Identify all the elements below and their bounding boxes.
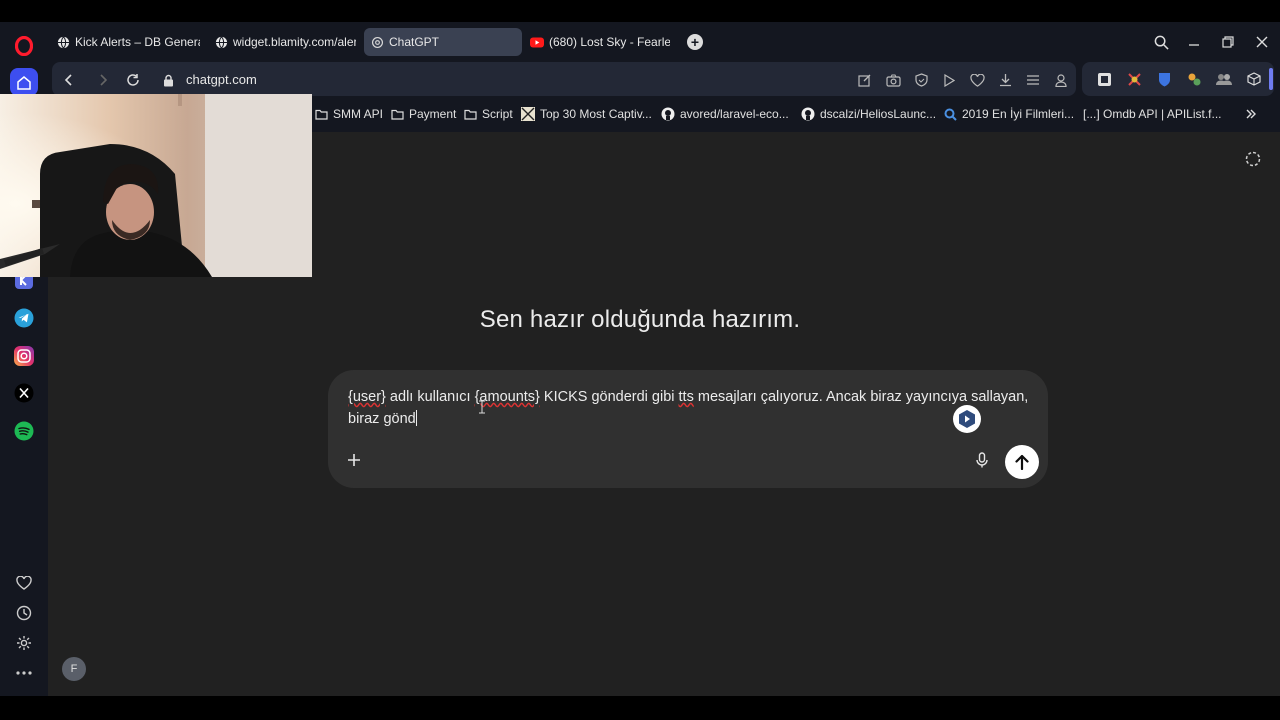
- extension-puzzle-icon[interactable]: [1185, 70, 1203, 88]
- settings-gear-icon[interactable]: [10, 629, 38, 657]
- bookmark-label: 2019 En İyi Filmleri...: [962, 107, 1075, 121]
- prompt-text: KICKS gönderdi gibi: [539, 389, 679, 405]
- bookmark-avored[interactable]: avored/laravel-eco...: [661, 107, 789, 121]
- instagram-icon[interactable]: [10, 342, 38, 370]
- bookmark-top30[interactable]: Top 30 Most Captiv...: [521, 107, 652, 121]
- minimize-icon[interactable]: [1184, 32, 1204, 52]
- bookmark-label: SMM API: [333, 107, 384, 121]
- tab-label: ChatGPT: [389, 35, 440, 49]
- scroll-indicator: [1269, 68, 1273, 90]
- mouse-ibeam-cursor: [478, 400, 486, 414]
- easy-setup-icon[interactable]: [1024, 71, 1042, 89]
- prompt-text: tts: [678, 389, 694, 405]
- tab-label: widget.blamity.com/alerts: [233, 35, 356, 49]
- bookmark-filmleri[interactable]: 2019 En İyi Filmleri...: [943, 107, 1074, 121]
- restore-icon[interactable]: [1218, 32, 1238, 52]
- bookmark-smm-api[interactable]: SMM API: [314, 107, 383, 121]
- bookmark-helios[interactable]: dscalzi/HeliosLaunc...: [801, 107, 936, 121]
- prompt-text: {user}: [348, 389, 386, 405]
- text-caret: [415, 410, 417, 426]
- more-bookmarks-icon[interactable]: [1245, 107, 1257, 125]
- tab-youtube[interactable]: (680) Lost Sky - Fearless p: [524, 28, 676, 56]
- spotify-icon[interactable]: [10, 417, 38, 445]
- top-black-band: [0, 0, 1280, 22]
- play-icon[interactable]: [940, 71, 958, 89]
- extension-people-icon[interactable]: [1215, 70, 1233, 88]
- bookmark-label: [...] Omdb API | APIList.f...: [1083, 107, 1222, 121]
- prompt-text: adlı kullanıcı: [385, 389, 475, 405]
- page-title: Sen hazır olduğunda hazırım.: [479, 306, 801, 333]
- bookmark-label: Script: [482, 107, 513, 121]
- heart-icon[interactable]: [10, 569, 38, 597]
- heart-icon[interactable]: [968, 71, 986, 89]
- prompt-input[interactable]: {user} adlı kullanıcı {amounts} KICKS gö…: [348, 386, 1038, 430]
- extensions-icon[interactable]: [1245, 70, 1263, 88]
- add-attachment-icon[interactable]: [344, 450, 364, 470]
- tab-label: Kick Alerts – DB Generator: [75, 35, 200, 49]
- new-tab-button[interactable]: +: [687, 34, 703, 50]
- address-field[interactable]: chatgpt.com: [52, 62, 1076, 96]
- youtube-icon: [530, 35, 544, 49]
- extension-cube-icon[interactable]: [1095, 70, 1113, 88]
- folder-icon: [314, 107, 328, 121]
- bookmark-label: Payment: [409, 107, 457, 121]
- globe-icon: [214, 35, 228, 49]
- bookmark-omdb[interactable]: [...] Omdb API | APIList.f...: [1083, 107, 1222, 121]
- avatar[interactable]: F: [62, 657, 86, 681]
- search-icon: [943, 107, 957, 121]
- address-bar: chatgpt.com: [48, 60, 1280, 98]
- extension-blocker-icon[interactable]: [1125, 70, 1143, 88]
- download-icon[interactable]: [996, 71, 1014, 89]
- send-button[interactable]: [1005, 445, 1039, 479]
- github-icon: [801, 107, 815, 121]
- microphone-icon[interactable]: [972, 450, 992, 470]
- tab-label: (680) Lost Sky - Fearless p: [549, 35, 670, 49]
- extension-assistant-icon[interactable]: [953, 405, 981, 433]
- url-text[interactable]: chatgpt.com: [186, 72, 257, 87]
- close-window-icon[interactable]: [1252, 32, 1272, 52]
- extension-bitwarden-icon[interactable]: [1155, 70, 1173, 88]
- bookmark-script[interactable]: Script: [463, 107, 513, 121]
- folder-icon: [463, 107, 477, 121]
- image-icon: [521, 107, 535, 121]
- extensions-area: [1082, 62, 1274, 96]
- history-icon[interactable]: [10, 599, 38, 627]
- bookmark-payment[interactable]: Payment: [390, 107, 456, 121]
- edit-icon[interactable]: [856, 71, 874, 89]
- tab-chatgpt[interactable]: ChatGPT: [364, 28, 522, 56]
- bottom-black-band: [0, 696, 1280, 720]
- home-icon[interactable]: [10, 68, 38, 96]
- lock-icon[interactable]: [159, 71, 177, 89]
- folder-icon: [390, 107, 404, 121]
- github-icon: [661, 107, 675, 121]
- tab-bar: Kick Alerts – DB Generator widget.blamit…: [48, 22, 1280, 60]
- camera-icon[interactable]: [884, 71, 902, 89]
- temporary-chat-icon[interactable]: [1245, 151, 1261, 172]
- arrow-up-icon: [1015, 454, 1029, 470]
- tab-kick-alerts[interactable]: Kick Alerts – DB Generator: [50, 28, 206, 56]
- bookmark-label: Top 30 Most Captiv...: [540, 107, 652, 121]
- search-tabs-icon[interactable]: [1151, 32, 1171, 52]
- more-options-icon[interactable]: [10, 659, 38, 687]
- bookmark-label: avored/laravel-eco...: [680, 107, 789, 121]
- back-icon[interactable]: [60, 71, 78, 89]
- prompt-composer[interactable]: {user} adlı kullanıcı {amounts} KICKS gö…: [328, 370, 1048, 488]
- bookmark-label: dscalzi/HeliosLaunc...: [820, 107, 937, 121]
- profile-icon[interactable]: [1052, 71, 1070, 89]
- opera-logo-icon[interactable]: [10, 32, 38, 60]
- tab-widget-blamity[interactable]: widget.blamity.com/alerts: [208, 28, 362, 56]
- reload-icon[interactable]: [124, 71, 142, 89]
- shield-icon[interactable]: [912, 71, 930, 89]
- forward-icon[interactable]: [94, 71, 112, 89]
- webcam-overlay: [0, 94, 312, 277]
- chatgpt-icon: [370, 35, 384, 49]
- x-twitter-icon[interactable]: [10, 379, 38, 407]
- globe-icon: [56, 35, 70, 49]
